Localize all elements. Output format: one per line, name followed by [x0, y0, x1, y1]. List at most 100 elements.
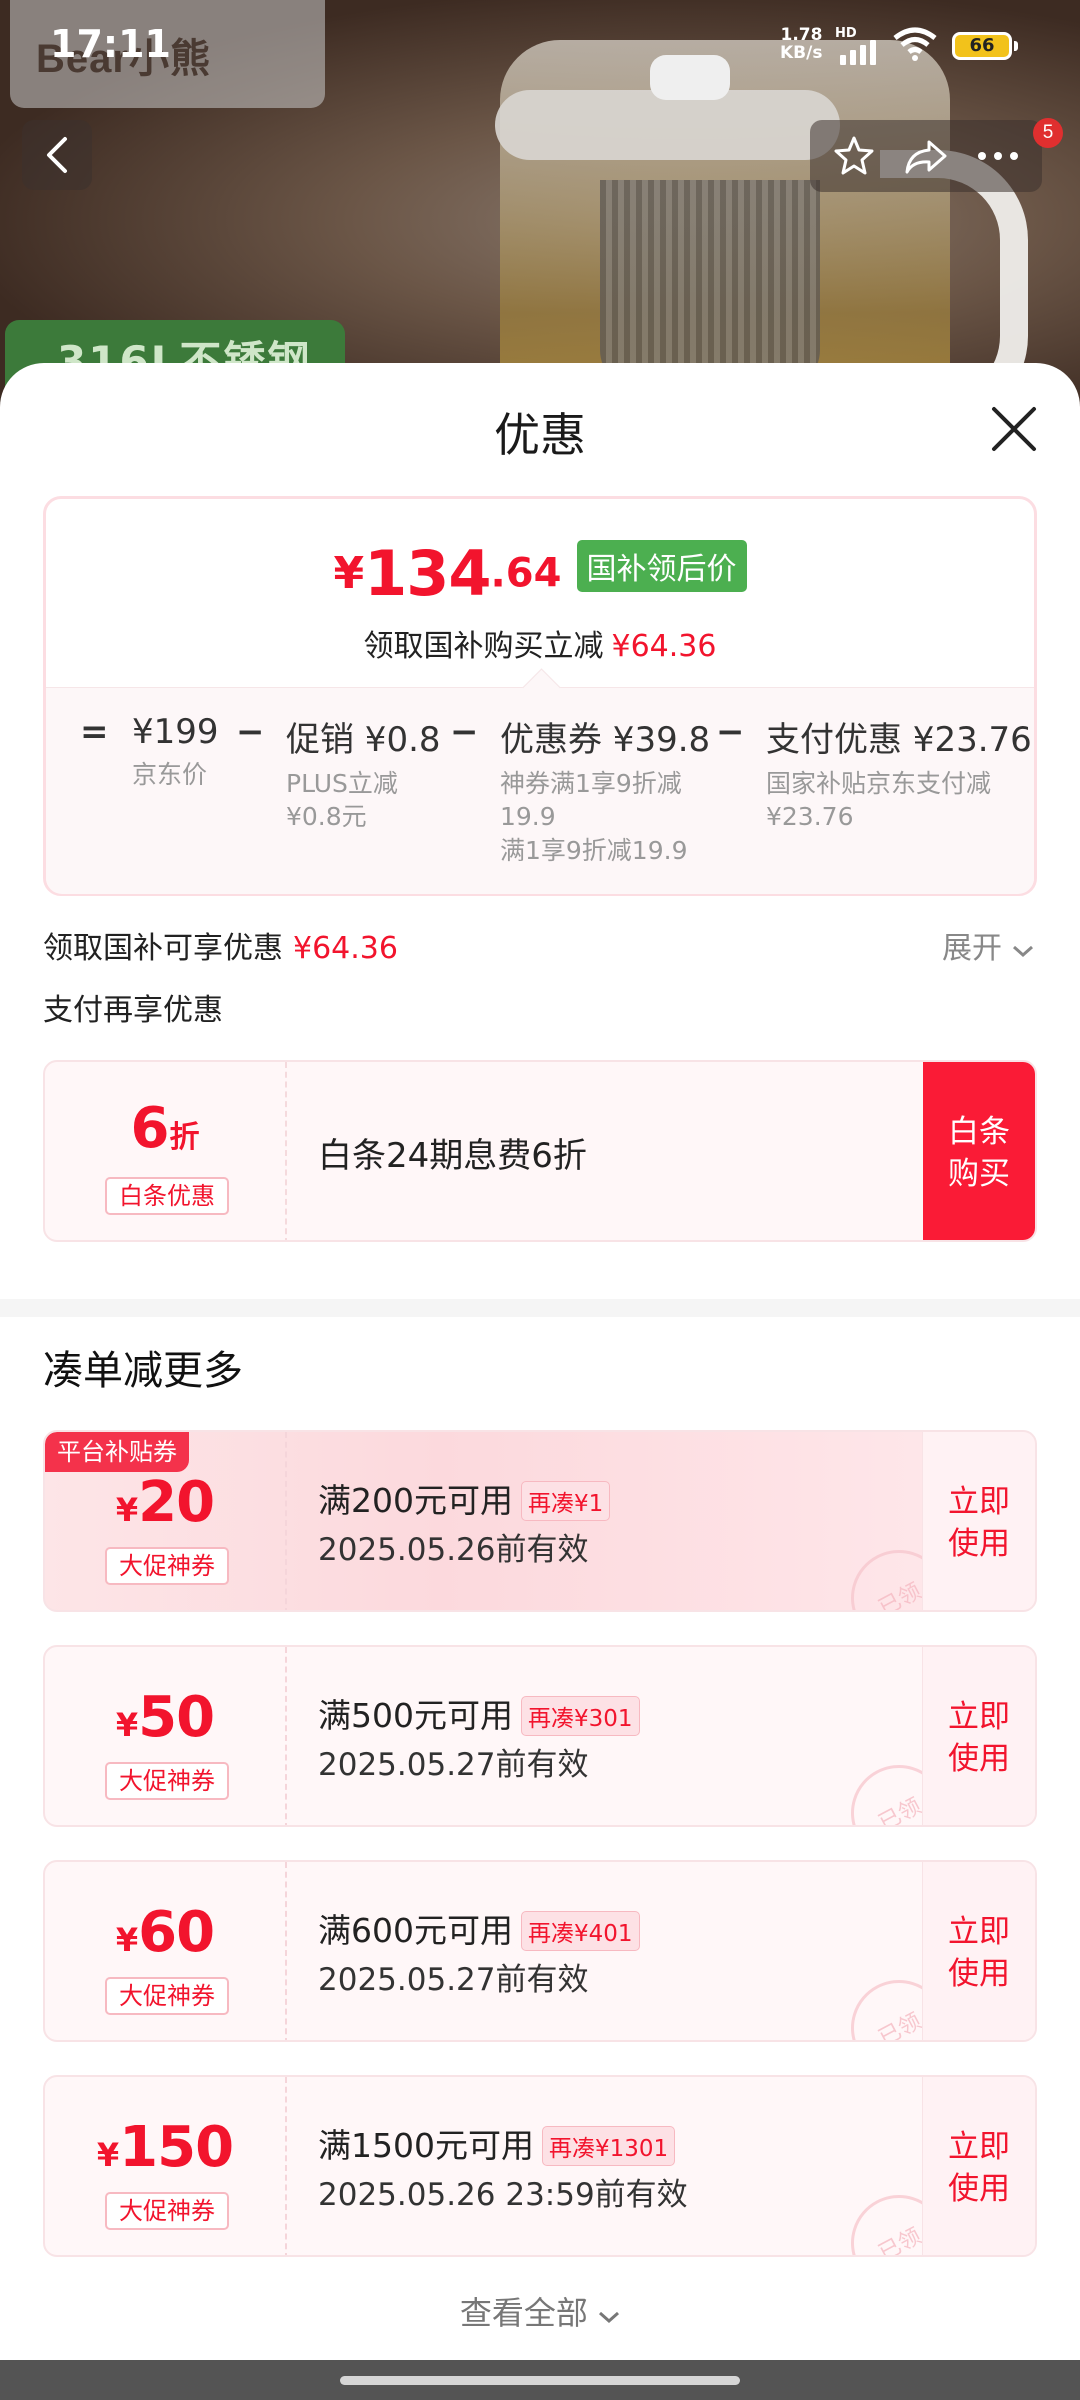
price-decimal: .64 — [490, 550, 562, 597]
view-all-label: 查看全部 — [459, 2294, 588, 2332]
use-coupon-button[interactable]: 立即 使用 — [922, 1647, 1035, 1825]
coupon-yen: ¥ — [115, 1921, 139, 1959]
battery-icon: 66 — [952, 32, 1018, 60]
kettle-lid — [495, 90, 840, 160]
use-coupon-button[interactable]: 立即 使用 — [922, 2077, 1035, 2255]
calc-item-jd-price: ¥199 京东价 — [132, 712, 219, 791]
calc-extra-note: 满1享9折减19.9 — [500, 836, 688, 865]
coupon-amount-value: 20 — [138, 1470, 215, 1535]
save-label: 领取国补购买立减 — [363, 629, 604, 664]
baitiao-card: 6折 白条优惠 白条24期息费6折 白条 购买 — [43, 1060, 1037, 1242]
expand-toggle[interactable]: 展开 — [942, 923, 1034, 967]
coupon-need-more: 再凑¥301 — [521, 1695, 640, 1736]
coupon-condition: 满200元可用 再凑¥1 — [318, 1474, 611, 1523]
signal-icon — [840, 40, 876, 65]
use-btn-line2: 使用 — [948, 1741, 1010, 1777]
subsidy-value: ¥64.36 — [293, 931, 398, 966]
baitiao-discount: 6折 白条优惠 — [45, 1062, 287, 1240]
price-breakdown-card: ¥134.64 国补领后价 领取国补购买立减 ¥64.36 = ¥199 京东价 … — [43, 496, 1037, 896]
calc-item-title: 优惠券 ¥39.8 — [500, 720, 711, 760]
section-title: 凑单减更多 — [43, 1348, 243, 1394]
use-coupon-button[interactable]: 立即 使用 — [922, 1862, 1035, 2040]
calc-item-promo: 促销 ¥0.8 PLUS立减 ¥0.8元 — [286, 712, 441, 833]
use-btn-line2: 使用 — [948, 2171, 1010, 2207]
baitiao-rate-num: 6 — [130, 1096, 170, 1161]
use-btn-line1: 立即 — [948, 2129, 1010, 2165]
coupon-card: ¥50 大促神券 满500元可用 再凑¥301 2025.05.27前有效 已领 … — [43, 1645, 1037, 1827]
baitiao-btn-line2: 购买 — [948, 1156, 1010, 1192]
coupon-expiry: 2025.05.26 23:59前有效 — [318, 2177, 688, 2213]
kettle-infuser — [600, 180, 820, 390]
coupon-value: ¥50 大促神券 — [45, 1647, 287, 1825]
equals-sign: = — [80, 712, 109, 752]
coupon-value: ¥150 大促神券 — [45, 2077, 287, 2255]
final-price: ¥134.64 国补领后价 — [46, 537, 1034, 610]
coupon-amount-value: 50 — [138, 1685, 215, 1750]
coupon-card: ¥150 大促神券 满1500元可用 再凑¥1301 2025.05.26 23:… — [43, 2075, 1037, 2257]
chevron-down-icon — [599, 2311, 620, 2324]
save-value: ¥64.36 — [611, 629, 717, 664]
expand-label: 展开 — [942, 931, 1002, 966]
coupon-condition-text: 满500元可用 — [318, 1696, 513, 1735]
price-yen: ¥ — [333, 548, 365, 599]
coupon-card: ¥60 大促神券 满600元可用 再凑¥401 2025.05.27前有效 已领 … — [43, 1860, 1037, 2042]
home-gesture-bar[interactable] — [340, 2376, 740, 2385]
price-summary: ¥134.64 国补领后价 领取国补购买立减 ¥64.36 — [46, 499, 1034, 687]
close-icon[interactable] — [988, 403, 1040, 455]
use-btn-line1: 立即 — [948, 1699, 1010, 1735]
calc-item-sub: 神券满1享9折减 19.9 — [500, 769, 682, 831]
platform-subsidy-tag: 平台补贴券 — [45, 1432, 189, 1472]
use-coupon-button[interactable]: 立即 使用 — [922, 1432, 1035, 1610]
coupon-condition-text: 满1500元可用 — [318, 2126, 534, 2165]
wifi-icon — [893, 27, 937, 61]
share-icon[interactable] — [903, 136, 949, 176]
coupon-amount: ¥20 — [45, 1470, 285, 1535]
minus-sign: − — [450, 712, 479, 752]
calc-item-title: ¥199 — [132, 712, 219, 752]
use-btn-line1: 立即 — [948, 1914, 1010, 1950]
coupon-amount-value: 60 — [138, 1900, 215, 1965]
baitiao-buy-button[interactable]: 白条 购买 — [923, 1062, 1035, 1240]
coupon-yen: ¥ — [96, 2136, 120, 2174]
coupon-condition: 满600元可用 再凑¥401 — [318, 1904, 640, 1953]
coupon-value: ¥60 大促神券 — [45, 1862, 287, 2040]
baitiao-rate-unit: 折 — [169, 1120, 200, 1155]
coupon-expiry: 2025.05.27前有效 — [318, 1747, 589, 1783]
coupon-condition: 满1500元可用 再凑¥1301 — [318, 2119, 676, 2168]
coupon-tag: 大促神券 — [105, 2192, 229, 2230]
more-icon[interactable] — [976, 150, 1020, 162]
coupon-amount: ¥150 — [45, 2115, 285, 2180]
coupon-condition-text: 满600元可用 — [318, 1911, 513, 1950]
coupon-card: ¥20 大促神券 平台补贴券 满200元可用 再凑¥1 2025.05.26前有效… — [43, 1430, 1037, 1612]
coupon-amount-value: 150 — [119, 2115, 234, 2180]
coupon-need-more: 再凑¥1 — [521, 1480, 611, 1521]
chevron-left-icon — [47, 137, 67, 173]
coupon-expiry: 2025.05.26前有效 — [318, 1532, 589, 1568]
coupon-condition-text: 满200元可用 — [318, 1481, 513, 1520]
coupon-tag: 大促神券 — [105, 1762, 229, 1800]
back-button[interactable] — [22, 120, 92, 190]
coupon-amount: ¥50 — [45, 1685, 285, 1750]
baitiao-btn-line1: 白条 — [948, 1114, 1010, 1150]
baitiao-tag: 白条优惠 — [105, 1177, 229, 1215]
system-nav-bar — [0, 2360, 1080, 2400]
notification-badge: 5 — [1033, 118, 1063, 148]
subsidy-badge: 国补领后价 — [576, 539, 747, 592]
coupon-tag: 大促神券 — [105, 1547, 229, 1585]
view-all-link[interactable]: 查看全部 — [0, 2288, 1080, 2334]
calc-item-sub: PLUS立减 ¥0.8元 — [286, 769, 398, 831]
coupon-yen: ¥ — [115, 1706, 139, 1744]
sheet-title: 优惠 — [494, 408, 586, 462]
coupon-amount: ¥60 — [45, 1900, 285, 1965]
pay-row-label: 支付再享优惠 — [43, 993, 223, 1028]
use-btn-line1: 立即 — [948, 1484, 1010, 1520]
hd-label: HD — [835, 26, 857, 41]
calc-item-coupon: 优惠券 ¥39.8 神券满1享9折减 19.9 — [500, 712, 710, 833]
calc-item-title: 促销 ¥0.8 — [286, 720, 441, 760]
star-icon[interactable] — [832, 134, 876, 178]
save-line: 领取国补购买立减 ¥64.36 — [46, 621, 1034, 665]
minus-sign: − — [716, 712, 745, 752]
net-speed-unit: KB/s — [780, 43, 823, 63]
section-divider — [0, 1299, 1080, 1317]
minus-sign: − — [236, 712, 265, 752]
